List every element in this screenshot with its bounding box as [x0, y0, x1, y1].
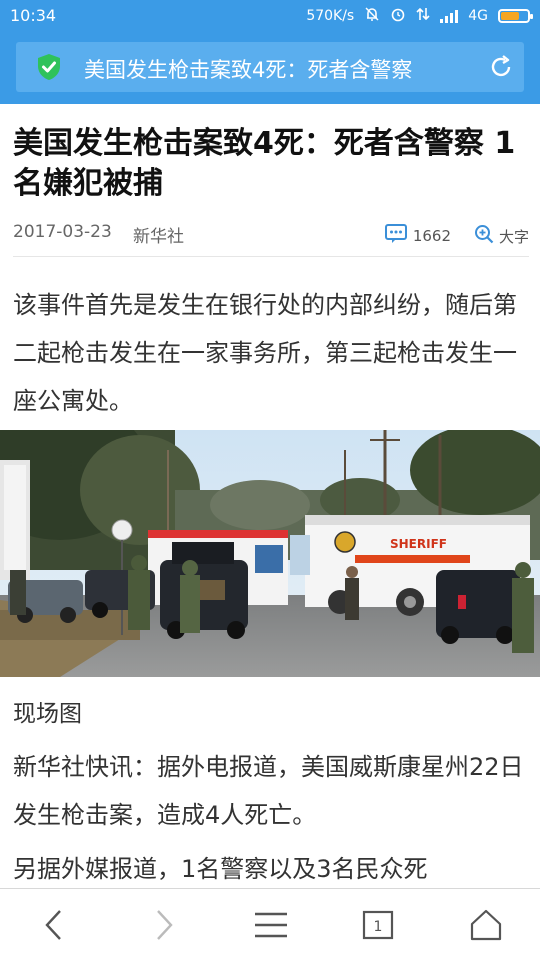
- forward-icon[interactable]: [142, 903, 186, 947]
- tabs-icon[interactable]: 1: [356, 903, 400, 947]
- article-source: 新华社: [133, 227, 184, 247]
- browser-header: 美国发生枪击案致4死：死者含警察: [0, 32, 540, 104]
- article-photo[interactable]: SHERIFF: [0, 430, 540, 677]
- article-meta: 2017-03-23 新华社 1662 大字: [13, 222, 529, 250]
- tab-count: 1: [374, 919, 383, 935]
- status-time: 10:34: [10, 6, 57, 25]
- menu-icon[interactable]: [249, 903, 293, 947]
- divider: [13, 256, 529, 257]
- status-icons: 570K/s 4G: [306, 6, 533, 26]
- refresh-icon[interactable]: [488, 54, 514, 80]
- vehicle-label: SHERIFF: [390, 537, 447, 551]
- shield-check-icon: [36, 53, 62, 81]
- image-caption: 现场图: [13, 701, 82, 727]
- address-bar[interactable]: 美国发生枪击案致4死：死者含警察: [16, 42, 524, 92]
- zoom-in-icon: [474, 224, 494, 248]
- home-icon[interactable]: [464, 903, 508, 947]
- font-size-label: 大字: [498, 227, 529, 246]
- alarm-icon: [390, 6, 406, 26]
- notification-icon: [364, 6, 380, 26]
- network-type: 4G: [468, 8, 488, 24]
- signal-icon: [440, 9, 459, 23]
- article-lead: 该事件首先是发生在银行处的内部纠纷，随后第二起枪击发生在一家事务所，第三起枪击发…: [13, 291, 517, 415]
- comment-count: 1662: [412, 227, 451, 245]
- article-paragraph: 另据外媒报道，1名警察以及3名民众死: [13, 855, 428, 883]
- network-speed: 570K/s: [306, 8, 355, 24]
- bottom-navigation: 1: [0, 888, 540, 960]
- article-paragraph: 新华社快讯：据外电报道，美国威斯康星州22日发生枪击案，造成4人死亡。: [13, 753, 524, 829]
- comment-icon: [384, 224, 407, 248]
- font-size-button[interactable]: 大字: [474, 224, 529, 248]
- comments-button[interactable]: 1662: [384, 224, 451, 248]
- back-icon[interactable]: [32, 903, 76, 947]
- article-date: 2017-03-23: [13, 222, 112, 242]
- page-title: 美国发生枪击案致4死：死者含警察: [84, 58, 413, 82]
- scene-photo: SHERIFF: [0, 430, 540, 677]
- status-bar: 10:34 570K/s 4G: [0, 0, 540, 32]
- battery-icon: [498, 9, 533, 23]
- data-icon: [416, 6, 430, 26]
- article-title: 美国发生枪击案致4死：死者含警察 1名嫌犯被捕: [13, 126, 516, 201]
